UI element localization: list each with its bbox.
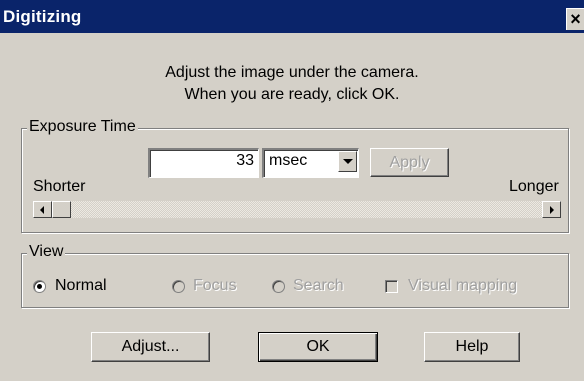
radio-focus[interactable] (172, 280, 185, 293)
apply-button[interactable]: Apply (370, 148, 449, 177)
scroll-right-icon[interactable] (542, 201, 561, 218)
close-button[interactable]: × (566, 8, 584, 30)
digitizing-dialog: Digitizing × Adjust the image under the … (0, 0, 584, 381)
view-group-label: View (27, 243, 66, 261)
close-icon: × (570, 9, 581, 29)
radio-normal-label[interactable]: Normal (55, 277, 107, 295)
exposure-value-input[interactable]: 33 (148, 148, 259, 178)
adjust-button[interactable]: Adjust... (91, 332, 210, 362)
chevron-down-icon[interactable] (338, 151, 357, 172)
window-title: Digitizing (3, 7, 82, 26)
exposure-slider-thumb[interactable] (52, 201, 71, 218)
exposure-slider-track[interactable] (33, 201, 561, 218)
title-bar[interactable]: Digitizing × (0, 0, 584, 33)
exposure-unit-value: msec (269, 152, 308, 169)
visual-mapping-checkbox[interactable] (385, 280, 398, 293)
shorter-label: Shorter (33, 178, 86, 195)
instruction-line-2: When you are ready, click OK. (184, 86, 400, 103)
instruction-line-1: Adjust the image under the camera. (165, 64, 419, 81)
longer-label: Longer (509, 178, 559, 195)
scroll-left-icon[interactable] (33, 201, 52, 218)
radio-search-label[interactable]: Search (293, 277, 344, 295)
exposure-value-text: 33 (236, 152, 254, 169)
visual-mapping-label[interactable]: Visual mapping (408, 277, 517, 295)
radio-normal[interactable] (33, 280, 46, 293)
help-button[interactable]: Help (424, 332, 520, 362)
exposure-unit-select[interactable]: msec (262, 148, 359, 178)
radio-selected-dot-icon (37, 284, 42, 289)
ok-button[interactable]: OK (258, 332, 378, 362)
radio-search[interactable] (272, 280, 285, 293)
radio-focus-label[interactable]: Focus (193, 277, 237, 295)
exposure-time-group-label: Exposure Time (27, 118, 138, 136)
